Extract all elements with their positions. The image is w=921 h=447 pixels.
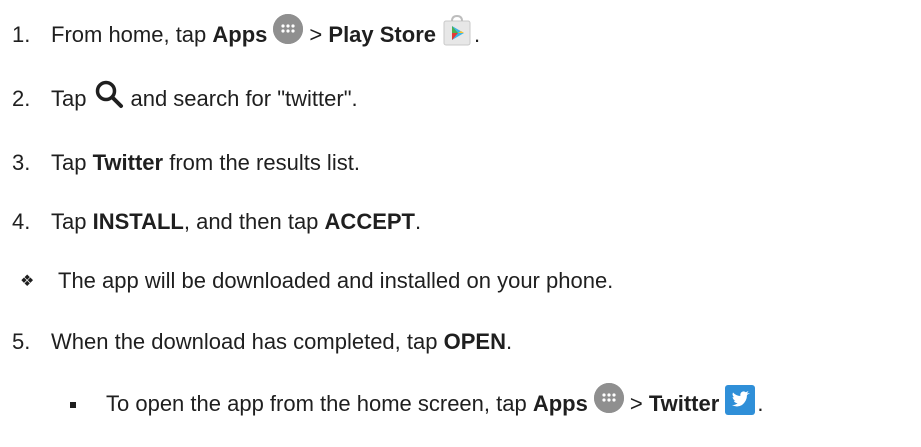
step-text: Tap: [51, 150, 87, 175]
diamond-bullet-icon: ❖: [20, 273, 35, 290]
twitter-label: Twitter: [648, 391, 720, 416]
apps-label: Apps: [212, 22, 268, 47]
step-number: 4.: [12, 209, 31, 234]
step-number: 3.: [12, 150, 31, 175]
twitter-result-label: Twitter: [92, 150, 164, 175]
period: .: [757, 391, 764, 416]
separator: >: [309, 22, 323, 47]
square-bullet-icon: [0, 391, 106, 417]
step-text: and search for "twitter".: [130, 86, 358, 111]
search-icon: [94, 79, 124, 109]
twitter-icon: [725, 385, 756, 415]
accept-label: ACCEPT: [324, 209, 415, 234]
step-number: 5.: [12, 329, 31, 354]
step-4: 4. Tap INSTALL, and then tap ACCEPT.: [0, 202, 921, 242]
separator: >: [629, 391, 643, 416]
apps-grid-icon: [273, 14, 304, 44]
period: .: [415, 209, 422, 234]
instructions-document: 1. From home, tap Apps > Play Store . 2.…: [0, 0, 921, 447]
install-label: INSTALL: [92, 209, 184, 234]
step-text: , and then tap: [183, 209, 319, 234]
step-text: from the results list.: [169, 150, 360, 175]
step-1: 1. From home, tap Apps > Play Store .: [0, 14, 921, 55]
period: .: [505, 329, 513, 354]
step-number: 1.: [12, 22, 31, 47]
step-4-note: ❖ The app will be downloaded and install…: [0, 261, 921, 301]
open-label: OPEN: [443, 329, 506, 354]
period: .: [474, 22, 481, 47]
note-text: The app will be downloaded and installed…: [58, 268, 614, 293]
step-text: Tap: [51, 209, 87, 234]
step-text: From home, tap: [51, 22, 207, 47]
apps-grid-icon: [593, 383, 624, 413]
step-text: When the download has completed, tap: [51, 329, 438, 354]
play-store-label: Play Store: [328, 22, 436, 47]
step-2: 2. Tap and search for "twitter".: [0, 79, 921, 119]
step-text: Tap: [51, 86, 87, 111]
apps-label: Apps: [532, 391, 588, 416]
step-5: 5. When the download has completed, tap …: [0, 322, 921, 362]
step-3: 3. Tap Twitter from the results list.: [0, 143, 921, 183]
note-text: To open the app from the home screen, ta…: [106, 391, 527, 416]
step-5-note: To open the app from the home screen, ta…: [0, 383, 921, 424]
step-number: 2.: [12, 86, 31, 111]
play-store-icon: [442, 15, 472, 47]
